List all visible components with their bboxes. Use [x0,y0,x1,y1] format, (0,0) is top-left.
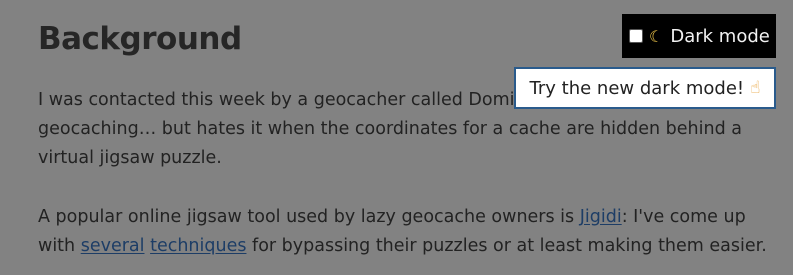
dark-mode-checkbox[interactable] [629,29,643,43]
several-link[interactable]: several [81,236,145,256]
jigidi-link[interactable]: Jigidi [580,207,622,227]
tooltip-text: Try the new dark mode! [529,77,745,99]
paragraph-jigidi: A popular online jigsaw tool used by laz… [38,203,768,261]
dark-mode-tooltip: Try the new dark mode! ☝ [514,67,776,109]
paragraph-text: A popular online jigsaw tool used by laz… [38,207,580,227]
techniques-link[interactable]: techniques [150,236,246,256]
paragraph-text: for bypassing their puzzles or at least … [246,236,767,256]
section-heading: Background [38,21,242,57]
pointing-hand-icon: ☝ [750,78,761,98]
dark-mode-label: Dark mode [670,25,770,47]
dark-mode-toggle[interactable]: ☾ Dark mode [622,14,776,58]
moon-icon: ☾ [649,26,664,46]
